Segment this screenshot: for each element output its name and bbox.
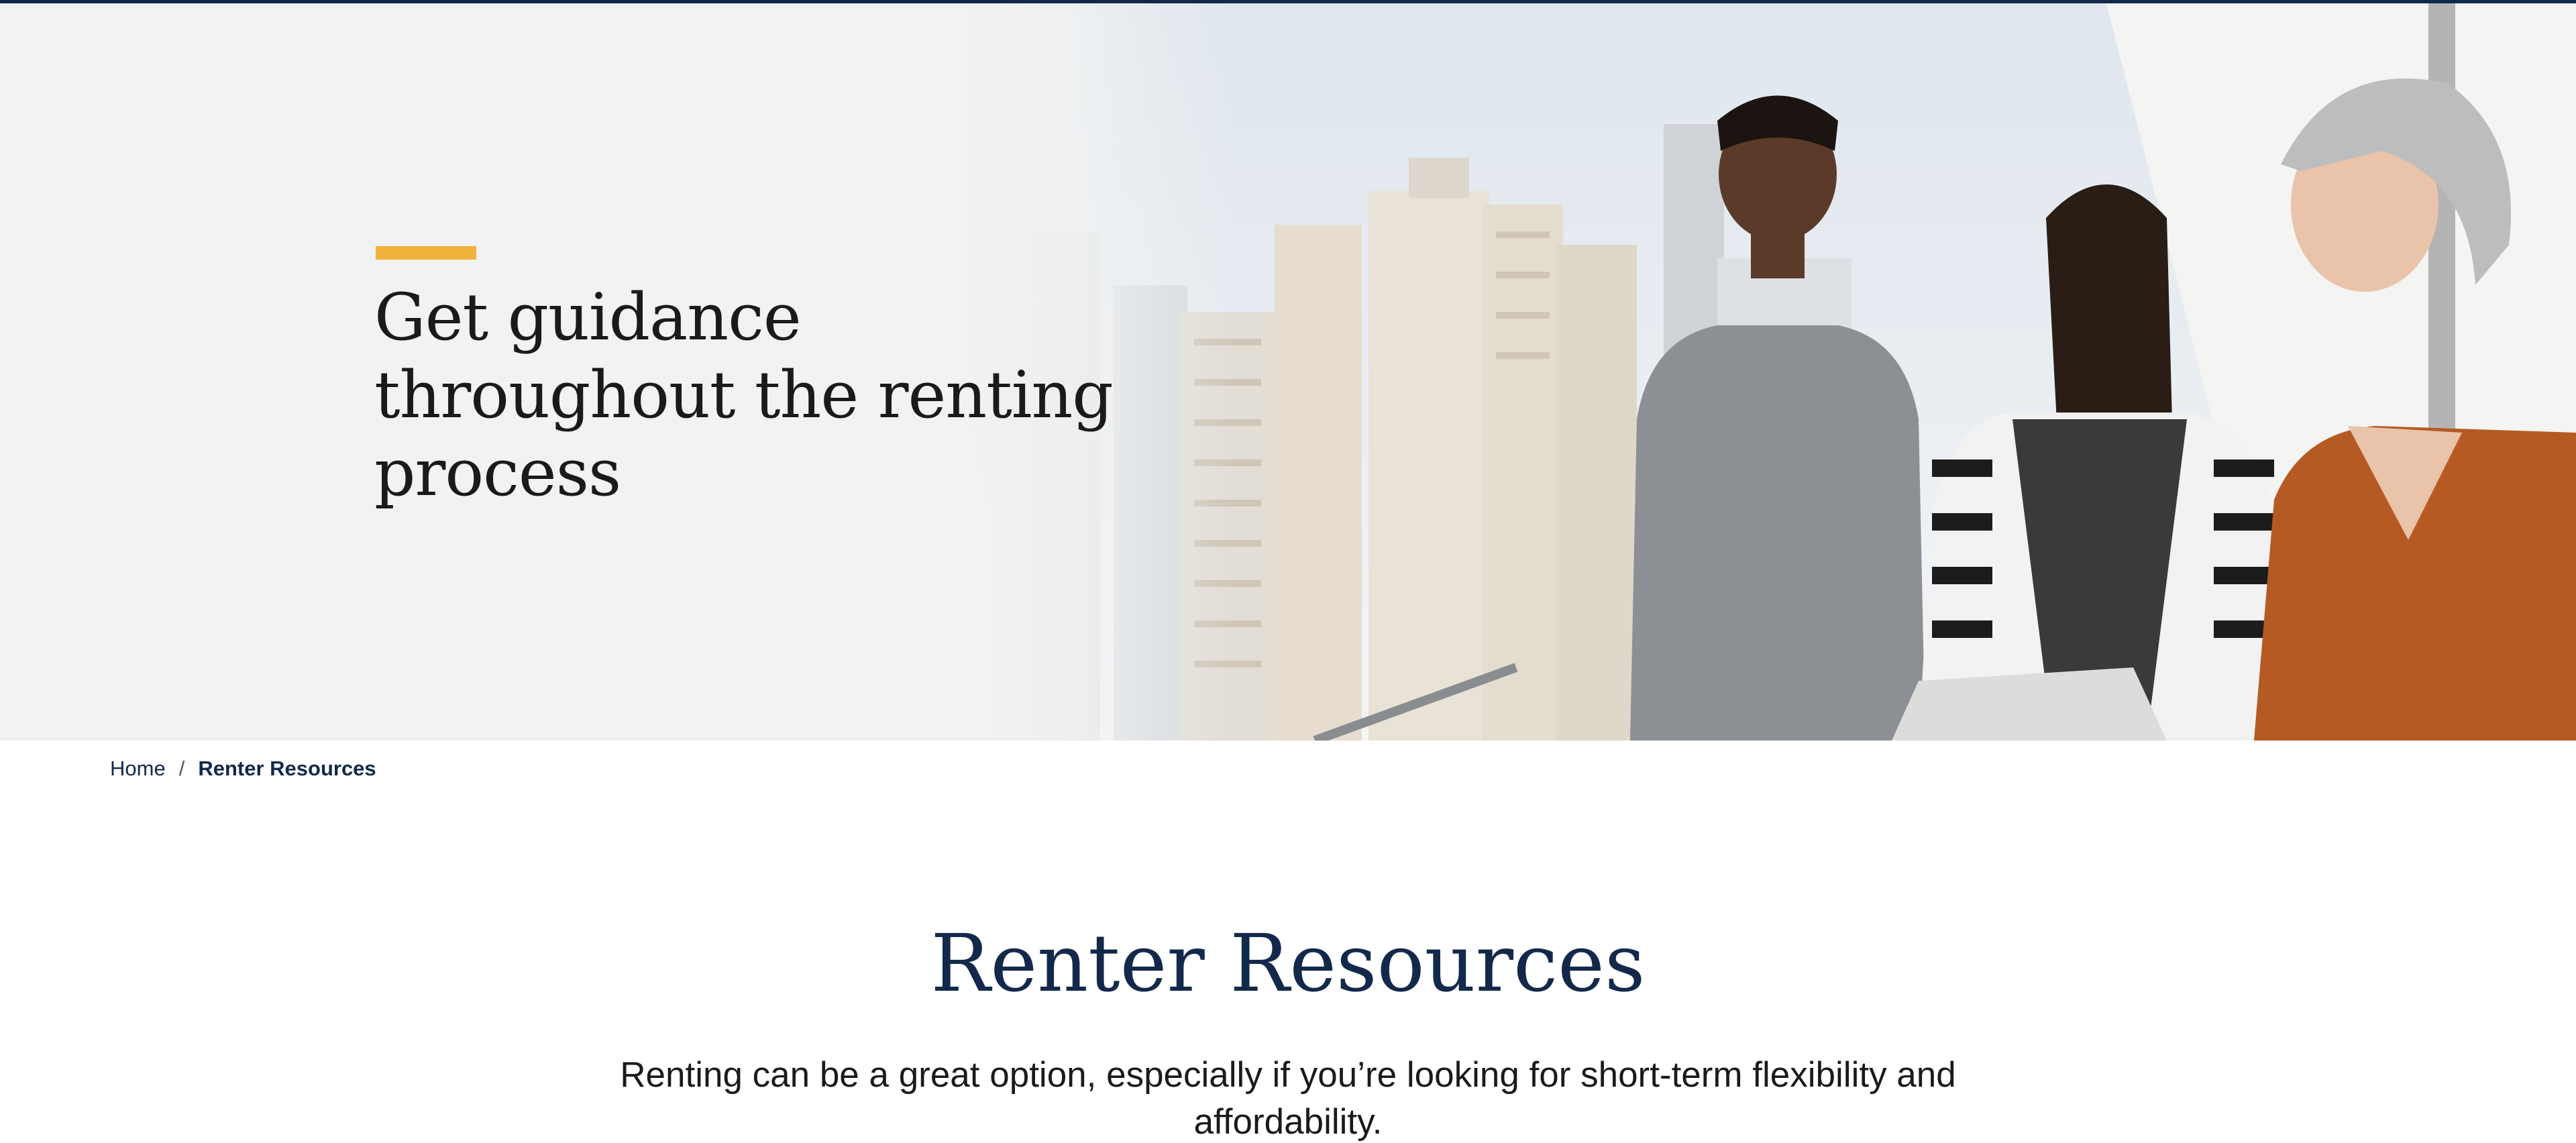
breadcrumb-home-link[interactable]: Home (110, 757, 166, 781)
page-title: Renter Resources (930, 917, 1646, 1010)
hero-title: Get guidance throughout the renting proc… (374, 280, 1114, 510)
hero-accent-bar (376, 246, 476, 260)
intro-paragraph: Renting can be a great option, especiall… (620, 1055, 1956, 1142)
breadcrumb-separator: / (178, 757, 185, 780)
breadcrumb: Home / Renter Resources (110, 757, 376, 781)
breadcrumb-current: Renter Resources (198, 757, 376, 780)
hero-banner: Get guidance throughout the renting proc… (0, 3, 2576, 741)
